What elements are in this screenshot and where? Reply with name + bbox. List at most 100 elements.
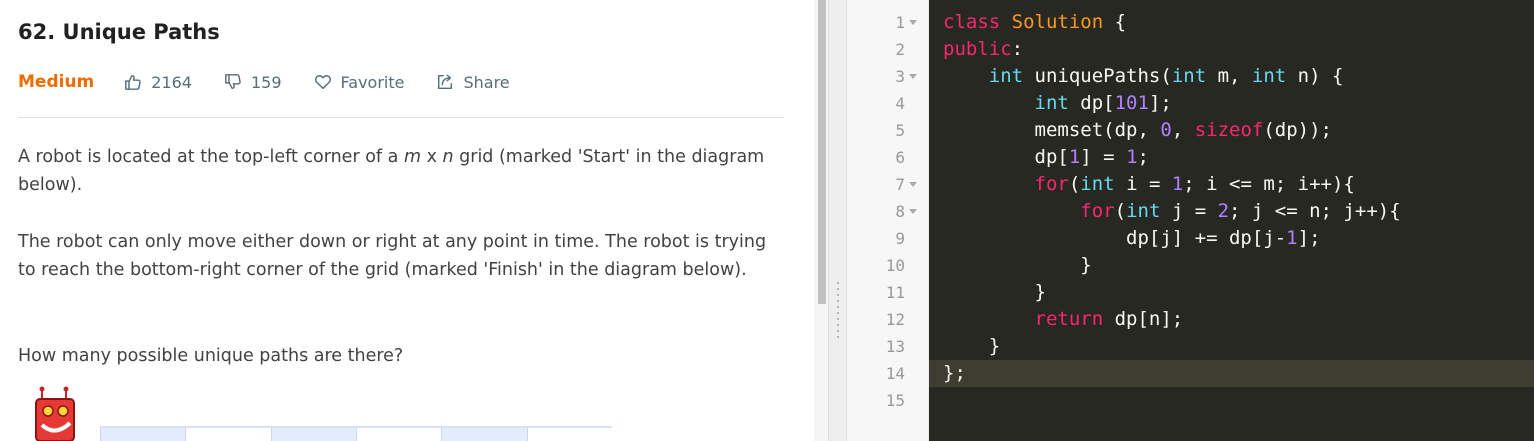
code-token: : — [1011, 38, 1024, 60]
grid-cell — [526, 428, 612, 441]
code-line[interactable]: } — [943, 252, 1091, 279]
code-token: int — [1034, 92, 1069, 114]
dislike-button[interactable]: 159 — [224, 73, 282, 92]
like-count: 2164 — [151, 72, 192, 92]
line-number: 9 — [895, 229, 905, 248]
code-token: ; j <= n; j++){ — [1229, 200, 1401, 222]
share-button[interactable]: Share — [436, 72, 510, 92]
code-line[interactable]: dp[1] = 1; — [943, 144, 1149, 171]
code-line[interactable]: return dp[n]; — [943, 306, 1184, 333]
code-token: ]; — [1148, 92, 1172, 114]
code-line[interactable]: } — [943, 333, 1000, 360]
grid-preview — [100, 426, 612, 441]
line-number: 7 — [895, 175, 905, 194]
problem-description-pane: 62. Unique Paths Medium 2164 159 Favorit… — [0, 0, 828, 441]
code-token: uniquePaths( — [1023, 65, 1172, 87]
robot-icon — [35, 386, 75, 441]
line-number: 5 — [895, 121, 905, 140]
problem-meta-bar: Medium 2164 159 Favorite Share — [18, 70, 542, 94]
code-line[interactable]: int dp[101]; — [943, 90, 1172, 117]
code-token: (dp)); — [1263, 119, 1332, 141]
line-number: 3 — [895, 67, 905, 86]
grid-cell — [441, 428, 527, 441]
leetcode-workspace: 62. Unique Paths Medium 2164 159 Favorit… — [0, 0, 1534, 441]
code-text-area[interactable]: class Solution {public: int uniquePaths(… — [929, 0, 1534, 441]
code-token: ( — [1068, 173, 1081, 195]
code-token: } — [943, 281, 1046, 303]
code-line[interactable]: int uniquePaths(int m, int n) { — [943, 63, 1344, 90]
drag-handle-icon — [837, 280, 839, 340]
line-number: 13 — [885, 337, 905, 356]
divider — [18, 117, 784, 118]
line-number: 12 — [885, 310, 905, 329]
code-token: dp[ — [1068, 92, 1115, 114]
problem-paragraph-3: How many possible unique paths are there… — [18, 346, 404, 366]
grid-cell — [355, 428, 441, 441]
code-line[interactable]: dp[j] += dp[j-1]; — [943, 225, 1321, 252]
code-token: ( — [1114, 200, 1127, 222]
code-token: ; — [1137, 146, 1149, 168]
active-line-highlight — [929, 360, 1534, 387]
code-editor[interactable]: 1 2 3 4 5 6 7 8 9 10 11 12 13 14 15 class Solution {pu… — [847, 0, 1534, 441]
grid-cell — [270, 428, 356, 441]
line-number: 10 — [885, 256, 905, 275]
code-token: n) { — [1286, 65, 1344, 87]
like-button[interactable]: 2164 — [124, 73, 192, 92]
code-token: dp[ — [943, 146, 1069, 168]
code-token: return — [1034, 308, 1104, 330]
description-scrollbar-thumb[interactable] — [818, 0, 826, 304]
code-line[interactable]: }; — [943, 360, 966, 387]
code-token: i = — [1114, 173, 1172, 195]
favorite-label: Favorite — [340, 72, 405, 92]
code-token: 1 — [1171, 173, 1184, 195]
code-token: dp[j] += dp[j- — [943, 227, 1287, 249]
code-token: 0 — [1160, 119, 1172, 141]
fold-toggle-icon[interactable] — [909, 209, 917, 214]
code-token: 1 — [1286, 227, 1298, 249]
fold-toggle-icon[interactable] — [909, 74, 917, 79]
code-token: 1 — [1126, 146, 1138, 168]
heart-icon — [314, 75, 331, 90]
code-token: int — [1126, 200, 1161, 222]
code-line[interactable]: } — [943, 279, 1046, 306]
code-token: for — [1034, 173, 1069, 195]
code-token: int — [1171, 65, 1207, 87]
share-icon — [438, 74, 453, 90]
line-number: 2 — [895, 40, 905, 59]
code-token: j = — [1160, 200, 1218, 222]
code-token: public — [943, 38, 1012, 60]
code-token: 2 — [1217, 200, 1230, 222]
code-line[interactable]: memset(dp, 0, sizeof(dp)); — [943, 117, 1332, 144]
code-token: int — [988, 65, 1024, 87]
favorite-button[interactable]: Favorite — [314, 72, 405, 92]
code-token: { — [1103, 11, 1127, 33]
code-token: Solution — [1011, 11, 1104, 33]
code-line[interactable]: class Solution { — [943, 9, 1126, 36]
thumbs-up-icon — [125, 74, 142, 90]
code-line[interactable]: public: — [943, 36, 1023, 63]
code-token: ; i <= m; i++){ — [1183, 173, 1355, 195]
code-token: m, — [1206, 65, 1252, 87]
code-token: 101 — [1114, 92, 1149, 114]
code-line[interactable]: for(int i = 1; i <= m; i++){ — [943, 171, 1355, 198]
code-token: }; — [943, 362, 966, 384]
line-number: 14 — [885, 364, 905, 383]
fold-toggle-icon[interactable] — [909, 20, 917, 25]
fold-toggle-icon[interactable] — [909, 182, 917, 187]
share-label: Share — [463, 72, 510, 92]
line-number: 1 — [895, 13, 905, 32]
code-line[interactable]: for(int j = 2; j <= n; j++){ — [943, 198, 1401, 225]
code-token: ] = — [1080, 146, 1127, 168]
code-token: ]; — [1297, 227, 1321, 249]
dislike-count: 159 — [250, 72, 282, 92]
line-number: 8 — [895, 202, 905, 221]
pane-resize-handle[interactable] — [828, 0, 847, 441]
code-token: for — [1080, 200, 1115, 222]
difficulty-badge: Medium — [18, 72, 95, 92]
problem-title: 62. Unique Paths — [18, 20, 220, 44]
